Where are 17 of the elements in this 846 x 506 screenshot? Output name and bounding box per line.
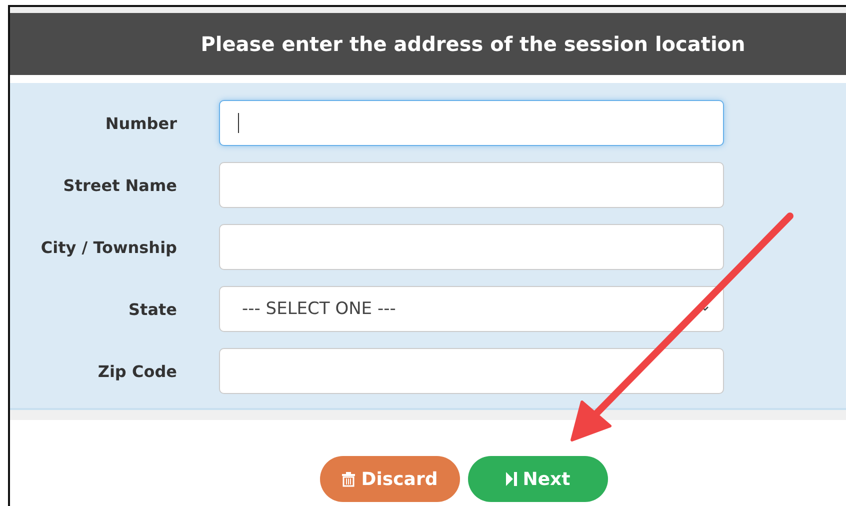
input-field[interactable] [219,100,724,146]
state-dropdown[interactable]: --- SELECT ONE --- [219,286,724,332]
field-label: Number [104,114,178,132]
skip-next-icon [506,472,517,486]
field-label: City / Township [40,238,178,256]
chevron-down-icon [701,306,709,312]
field-label: Street Name [62,176,178,194]
field-label: State [128,300,178,318]
next-button[interactable]: Next [468,456,608,502]
input-field[interactable] [219,162,724,208]
input-field[interactable] [219,224,724,270]
field-label: Zip Code [96,362,178,380]
input-field[interactable] [219,348,724,394]
trash-icon [342,472,356,486]
form-title: Please enter the address of the session location [200,32,746,56]
discard-button[interactable]: Discard [320,456,460,502]
text-cursor [238,113,239,133]
